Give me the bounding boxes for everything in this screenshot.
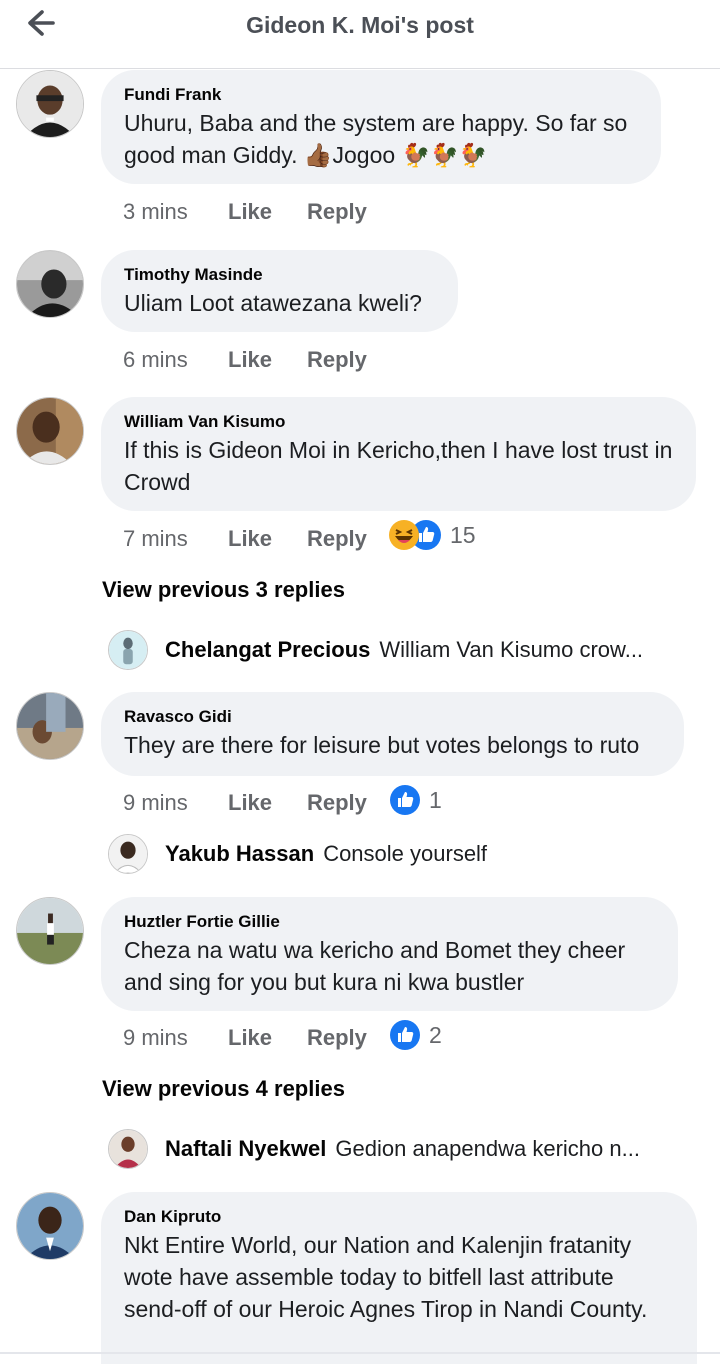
avatar[interactable]	[16, 692, 84, 760]
like-button[interactable]: Like	[228, 197, 272, 227]
like-button[interactable]: Like	[228, 788, 272, 818]
comment-text: They are there for leisure but votes bel…	[124, 732, 640, 758]
reply-button[interactable]: Reply	[307, 524, 367, 554]
reply-text: Naftali Nyekwel Gedion anapendwa kericho …	[165, 1136, 685, 1162]
avatar[interactable]	[16, 1192, 84, 1260]
reply-text: Yakub Hassan Console yourself	[165, 841, 685, 867]
reaction-count: 1	[429, 786, 442, 813]
page-title: Gideon K. Moi's post	[246, 12, 474, 38]
reply-preview[interactable]: Chelangat Precious William Van Kisumo cro…	[108, 630, 698, 670]
commenter-name[interactable]: Dan Kipruto	[124, 1207, 675, 1227]
like-button[interactable]: Like	[228, 345, 272, 375]
comment-actions: 9 mins Like Reply	[123, 788, 423, 818]
avatar[interactable]	[16, 397, 84, 465]
avatar[interactable]	[108, 1129, 148, 1169]
comment-bubble[interactable]: Huztler Fortie Gillie Cheza na watu wa k…	[101, 897, 678, 1011]
like-button[interactable]: Like	[228, 524, 272, 554]
commenter-name[interactable]: Ravasco Gidi	[124, 707, 662, 727]
reaction-summary[interactable]: 2	[389, 1018, 442, 1052]
reply-text: Chelangat Precious William Van Kisumo cro…	[165, 637, 685, 663]
bottom-divider	[0, 1352, 720, 1354]
comment-actions: 6 mins Like Reply	[123, 345, 423, 375]
reply-button[interactable]: Reply	[307, 1023, 367, 1053]
comment-actions: 3 mins Like Reply	[123, 197, 423, 227]
comment-text: Uhuru, Baba and the system are happy. So…	[124, 110, 628, 168]
comment-bubble[interactable]: Dan Kipruto Nkt Entire World, our Nation…	[101, 1192, 697, 1364]
comment-time: 3 mins	[123, 199, 188, 224]
reaction-count: 15	[450, 521, 476, 548]
reaction-summary[interactable]: 1	[389, 783, 442, 817]
like-button[interactable]: Like	[228, 1023, 272, 1053]
reply-author[interactable]: Chelangat Precious	[165, 637, 370, 662]
avatar[interactable]	[108, 834, 148, 874]
comment-text: If this is Gideon Moi in Kericho,then I …	[124, 437, 673, 495]
reply-preview[interactable]: Naftali Nyekwel Gedion anapendwa kericho …	[108, 1129, 698, 1169]
commenter-name[interactable]: Timothy Masinde	[124, 265, 436, 285]
reply-message: Gedion anapendwa kericho n...	[335, 1136, 640, 1161]
view-previous-replies[interactable]: View previous 4 replies	[102, 1076, 345, 1102]
reply-preview[interactable]: Yakub Hassan Console yourself	[108, 834, 698, 874]
reaction-summary[interactable]: 15	[388, 518, 476, 552]
comment-actions: 9 mins Like Reply	[123, 1023, 423, 1053]
haha-icon	[388, 519, 420, 551]
view-previous-replies[interactable]: View previous 3 replies	[102, 577, 345, 603]
reply-button[interactable]: Reply	[307, 788, 367, 818]
comment-actions: 7 mins Like Reply	[123, 524, 423, 554]
comment-text: Cheza na watu wa kericho and Bomet they …	[124, 937, 626, 995]
reaction-count: 2	[429, 1021, 442, 1048]
comment-text: Nkt Entire World, our Nation and Kalenji…	[124, 1232, 648, 1322]
comment-time: 9 mins	[123, 790, 188, 815]
comment-time: 7 mins	[123, 526, 188, 551]
reply-message: William Van Kisumo crow...	[379, 637, 644, 662]
avatar[interactable]	[16, 250, 84, 318]
comment-bubble[interactable]: Timothy Masinde Uliam Loot atawezana kwe…	[101, 250, 458, 332]
reply-author[interactable]: Naftali Nyekwel	[165, 1136, 326, 1161]
comment-time: 6 mins	[123, 347, 188, 372]
comment-bubble[interactable]: William Van Kisumo If this is Gideon Moi…	[101, 397, 696, 511]
avatar[interactable]	[108, 630, 148, 670]
reply-button[interactable]: Reply	[307, 345, 367, 375]
commenter-name[interactable]: Huztler Fortie Gillie	[124, 912, 656, 932]
reply-button[interactable]: Reply	[307, 197, 367, 227]
reply-author[interactable]: Yakub Hassan	[165, 841, 314, 866]
like-icon	[389, 784, 421, 816]
comment-bubble[interactable]: Ravasco Gidi They are there for leisure …	[101, 692, 684, 776]
commenter-name[interactable]: Fundi Frank	[124, 85, 639, 105]
comment-text: Uliam Loot atawezana kweli?	[124, 290, 422, 316]
avatar[interactable]	[16, 897, 84, 965]
commenter-name[interactable]: William Van Kisumo	[124, 412, 674, 432]
comment-time: 9 mins	[123, 1025, 188, 1050]
avatar[interactable]	[16, 70, 84, 138]
reply-message: Console yourself	[323, 841, 488, 866]
comment-bubble[interactable]: Fundi Frank Uhuru, Baba and the system a…	[101, 70, 661, 184]
like-icon	[389, 1019, 421, 1051]
top-bar: Gideon K. Moi's post	[0, 0, 720, 69]
